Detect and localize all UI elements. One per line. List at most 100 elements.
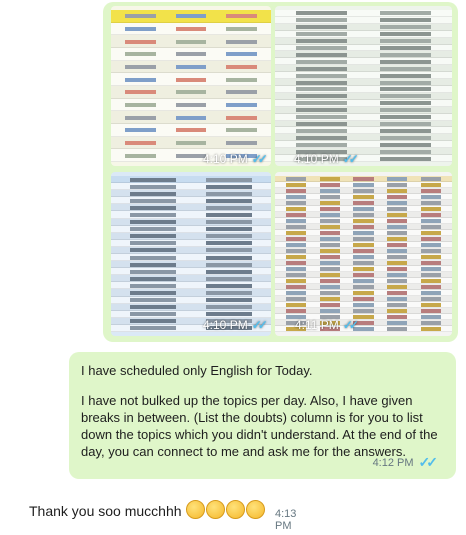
timetable-cell bbox=[380, 87, 432, 92]
timetable-cell bbox=[226, 52, 257, 57]
timetable-cell bbox=[420, 327, 442, 331]
timetable-cell bbox=[130, 177, 176, 182]
timetable-cell bbox=[175, 77, 207, 82]
timetable-cell bbox=[420, 297, 442, 301]
timetable-cell bbox=[285, 297, 307, 301]
timetable-row bbox=[275, 79, 452, 86]
timetable-cell bbox=[387, 315, 408, 319]
timetable-row bbox=[275, 248, 452, 254]
timetable-cell bbox=[353, 243, 374, 247]
timetable-cell bbox=[380, 80, 432, 85]
image-timestamp: 4:10 PM ✓✓ bbox=[203, 318, 268, 332]
timetable-cell bbox=[387, 189, 408, 193]
timetable-row bbox=[111, 190, 271, 198]
timetable-row bbox=[275, 38, 452, 45]
timetable-cell bbox=[125, 64, 156, 69]
timetable-image-4[interactable]: 4:11 PM ✓✓ bbox=[275, 172, 452, 336]
timetable-row bbox=[275, 266, 452, 272]
timetable-cell bbox=[420, 231, 442, 235]
timetable-cell bbox=[380, 149, 432, 154]
timetable-image-2[interactable] bbox=[275, 6, 452, 166]
timetable-row bbox=[275, 51, 452, 59]
timetable-cell bbox=[295, 52, 347, 57]
timetable-cell bbox=[380, 73, 432, 78]
timetable-cell bbox=[175, 39, 207, 44]
timetable-cell bbox=[206, 290, 252, 295]
timetable-image-3[interactable]: 4:10 PM ✓✓ bbox=[111, 172, 271, 336]
timetable-cell bbox=[353, 327, 374, 331]
timetable-row bbox=[275, 121, 452, 128]
timetable-cell bbox=[387, 195, 408, 199]
incoming-text-bubble: Thank you soo mucchhh 4:13 PM bbox=[17, 490, 296, 532]
message-paragraph: I have scheduled only English for Today. bbox=[81, 363, 313, 378]
timetable-cell bbox=[295, 59, 347, 64]
timetable-cell bbox=[285, 255, 307, 259]
timetable-cell bbox=[380, 135, 432, 140]
time-label: 4:10 PM bbox=[203, 152, 248, 166]
timetable-cell bbox=[295, 73, 347, 78]
timetable-cell bbox=[175, 153, 207, 158]
timetable-cell bbox=[285, 237, 307, 241]
message-meta: 4:12 PM ✓✓ bbox=[373, 454, 439, 471]
timetable-cell bbox=[285, 213, 307, 217]
timetable-cell bbox=[420, 189, 442, 193]
timetable-cell bbox=[285, 195, 307, 199]
timetable-cell bbox=[353, 231, 374, 235]
timetable-cell bbox=[387, 207, 408, 211]
timetable-cell bbox=[380, 25, 432, 30]
timetable-row bbox=[111, 86, 271, 99]
timetable-row bbox=[111, 10, 271, 23]
time-label: 4:10 PM bbox=[294, 152, 339, 166]
timetable-cell bbox=[387, 261, 408, 265]
timetable-cell bbox=[130, 298, 176, 303]
timetable-row bbox=[275, 176, 452, 182]
timetable-cell bbox=[285, 261, 307, 265]
timetable-row bbox=[275, 113, 452, 121]
timetable-cell bbox=[226, 102, 257, 107]
timetable-cell bbox=[319, 177, 340, 181]
timetable-cell bbox=[206, 276, 252, 281]
timetable-cell bbox=[353, 189, 374, 193]
timetable-cell bbox=[319, 297, 340, 301]
timetable-cell bbox=[285, 303, 307, 307]
timetable-cell bbox=[295, 128, 347, 133]
timetable-row bbox=[275, 230, 452, 236]
timetable-cell bbox=[353, 291, 374, 295]
timetable-row bbox=[275, 278, 452, 284]
timetable-image-1[interactable]: 4:10 PM ✓✓ bbox=[111, 6, 271, 166]
timetable-row bbox=[111, 211, 271, 219]
timetable-cell bbox=[420, 309, 442, 313]
timetable-row bbox=[111, 183, 271, 191]
timetable-row bbox=[275, 302, 452, 308]
timetable-cell bbox=[420, 219, 442, 223]
image-timestamp: 4:11 PM ✓✓ bbox=[295, 318, 359, 332]
timetable-cell bbox=[206, 269, 252, 274]
timetable-cell bbox=[420, 237, 442, 241]
timetable-cell bbox=[387, 219, 408, 223]
timetable-row bbox=[275, 200, 452, 206]
timetable-row bbox=[275, 260, 452, 266]
timetable-cell bbox=[420, 273, 442, 277]
timetable-cell bbox=[206, 227, 252, 232]
timetable-cell bbox=[130, 198, 176, 203]
message-body: Thank you soo mucchhh bbox=[29, 500, 266, 519]
timetable-cell bbox=[420, 207, 442, 211]
timetable-row bbox=[111, 247, 271, 254]
double-check-icon: ✓✓ bbox=[251, 152, 268, 166]
timetable-cell bbox=[353, 225, 374, 229]
timetable-row bbox=[111, 98, 271, 112]
timetable-row bbox=[275, 44, 452, 52]
timetable-row bbox=[275, 30, 452, 38]
timetable-row bbox=[275, 16, 452, 24]
timetable-cell bbox=[175, 140, 207, 145]
timetable-row bbox=[111, 239, 271, 247]
timetable-cell bbox=[125, 39, 156, 44]
timetable-cell bbox=[387, 177, 408, 181]
timetable-cell bbox=[353, 267, 374, 271]
timetable-row bbox=[111, 137, 271, 150]
timetable-cell bbox=[285, 231, 307, 235]
timetable-cell bbox=[130, 205, 176, 210]
timetable-cell bbox=[387, 297, 408, 301]
timetable-cell bbox=[295, 32, 347, 37]
timetable-cell bbox=[420, 213, 442, 217]
